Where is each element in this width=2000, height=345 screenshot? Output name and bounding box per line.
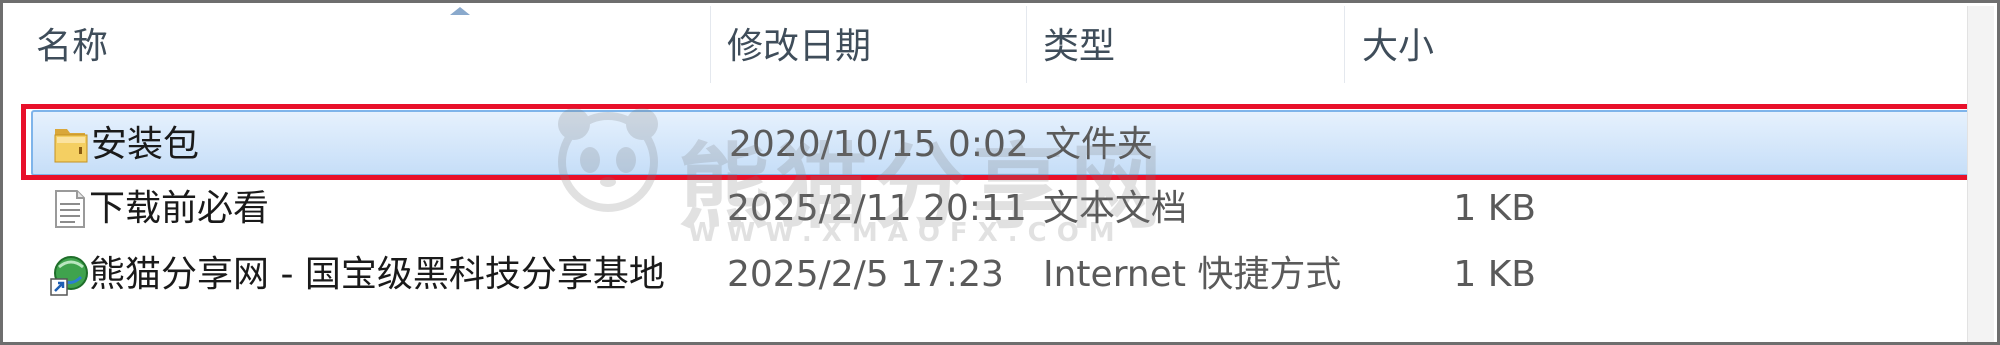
folder-icon — [54, 129, 88, 163]
file-size: 1 KB — [1453, 254, 1536, 295]
column-header-size[interactable]: 大小 — [1362, 6, 1434, 83]
file-type: Internet 快捷方式 — [1043, 254, 1342, 295]
file-size — [1338, 112, 1538, 178]
file-name: 下载前必看 — [89, 188, 270, 229]
file-name: 安装包 — [91, 124, 200, 165]
column-header-bar: 名称 修改日期 类型 大小 — [6, 6, 1974, 83]
internet-shortcut-icon — [50, 256, 88, 296]
file-row-text-document[interactable]: 下载前必看 2025/2/11 20:11 文本文档 1 KB — [31, 176, 1971, 242]
file-size: 1 KB — [1453, 188, 1536, 229]
column-divider[interactable] — [1026, 6, 1027, 83]
file-name: 熊猫分享网 - 国宝级黑科技分享基地 — [89, 254, 665, 295]
column-header-name[interactable]: 名称 — [36, 6, 108, 83]
file-explorer-window: 名称 修改日期 类型 大小 安装包 2020/10/15 0:02 文件夹 下载… — [0, 0, 2000, 345]
column-header-type[interactable]: 类型 — [1043, 6, 1115, 83]
file-row-internet-shortcut[interactable]: 熊猫分享网 - 国宝级黑科技分享基地 2025/2/5 17:23 Intern… — [31, 242, 1971, 308]
file-row-folder[interactable]: 安装包 2020/10/15 0:02 文件夹 — [31, 110, 1971, 176]
sort-ascending-icon — [450, 7, 470, 15]
column-divider[interactable] — [710, 6, 711, 83]
file-type: 文本文档 — [1043, 188, 1188, 229]
vertical-scrollbar[interactable] — [1967, 6, 1994, 342]
text-document-icon — [55, 190, 85, 228]
file-modified: 2025/2/11 20:11 — [727, 188, 1027, 229]
file-type: 文件夹 — [1045, 124, 1154, 165]
column-header-modified[interactable]: 修改日期 — [727, 6, 871, 83]
column-divider[interactable] — [1344, 6, 1345, 83]
file-modified: 2025/2/5 17:23 — [727, 254, 1004, 295]
file-modified: 2020/10/15 0:02 — [729, 124, 1029, 165]
